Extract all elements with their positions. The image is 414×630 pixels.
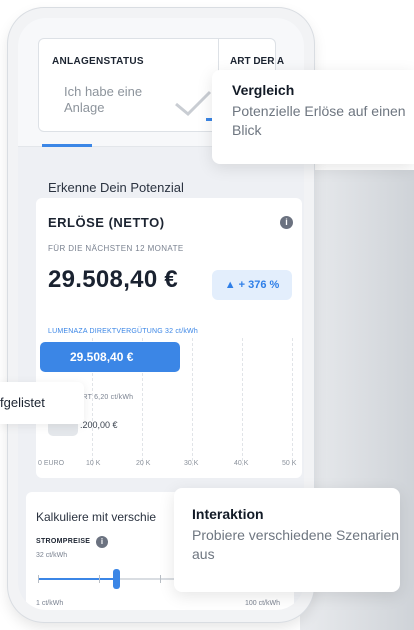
gridline xyxy=(292,338,293,466)
revenue-card: ERLÖSE (NETTO) i FÜR DIE NÄCHSTEN 12 MON… xyxy=(36,198,302,478)
callout-interaktion: Interaktion Probiere verschiedene Szenar… xyxy=(174,488,400,592)
art-der-anlage-title[interactable]: ART DER A xyxy=(230,56,284,67)
info-icon[interactable]: i xyxy=(96,536,108,548)
revenue-amount: 29.508,40 € xyxy=(48,266,179,293)
callout-vergleich: Vergleich Potenzielle Erlöse auf einen B… xyxy=(212,70,414,164)
bar-direktverguetung-label: 29.508,40 € xyxy=(70,350,134,364)
callout-title: Interaktion xyxy=(192,506,264,522)
calculator-title: Kalkuliere mit verschie xyxy=(36,510,157,524)
active-step-indicator xyxy=(42,144,92,147)
slider-thumb[interactable] xyxy=(113,569,121,589)
anlagenstatus-value: Ich habe eine Anlage xyxy=(64,84,143,115)
callout-title: Vergleich xyxy=(232,82,295,98)
legend-direktverguetung: LUMENAZA DIREKTVERGÜTUNG 32 ct/kWh xyxy=(48,328,198,335)
callout-body: Potenzielle Erlöse auf einen Blick xyxy=(232,103,406,138)
slider-max-label: 100 ct/kWh xyxy=(244,600,280,607)
x-tick-label: 10 K xyxy=(86,460,101,467)
slider-fill xyxy=(38,578,117,580)
anlagenstatus-title: ANLAGENSTATUS xyxy=(52,56,144,67)
bar-direktverguetung: 29.508,40 € xyxy=(40,342,180,372)
info-icon[interactable]: i xyxy=(280,216,293,229)
revenue-title: ERLÖSE (NETTO) xyxy=(48,215,165,230)
revenue-period: FÜR DIE NÄCHSTEN 12 MONATE xyxy=(48,244,184,253)
x-tick-label: 40 K xyxy=(234,460,249,467)
x-tick-label: 20 K xyxy=(136,460,151,467)
x-tick-label: 50 K xyxy=(282,460,297,467)
x-tick-label: 30 K xyxy=(184,460,199,467)
growth-badge: ▲ + 376 % xyxy=(212,270,292,300)
gridline xyxy=(192,338,193,466)
feature-tooltip-left: fgelistet xyxy=(0,382,84,424)
callout-body: Probiere verschiedene Szenarien aus xyxy=(192,527,400,562)
strompreise-label: STROMPREISE xyxy=(36,538,91,545)
slider-tick xyxy=(38,575,39,583)
checkmark-icon xyxy=(175,90,212,117)
slider-min-label: 1 ct/kWh xyxy=(36,600,64,607)
tooltip-left-text: fgelistet xyxy=(0,395,45,410)
gridline xyxy=(242,338,243,466)
x-tick-label: 0 EURO xyxy=(38,460,65,467)
strompreise-value: 32 ct/kWh xyxy=(36,552,68,559)
slider-tick xyxy=(160,575,161,583)
section-heading: Erkenne Dein Potenzial xyxy=(48,180,184,195)
slider-tick xyxy=(99,575,100,583)
bar-marktwert-label: .200,00 € xyxy=(80,420,118,430)
